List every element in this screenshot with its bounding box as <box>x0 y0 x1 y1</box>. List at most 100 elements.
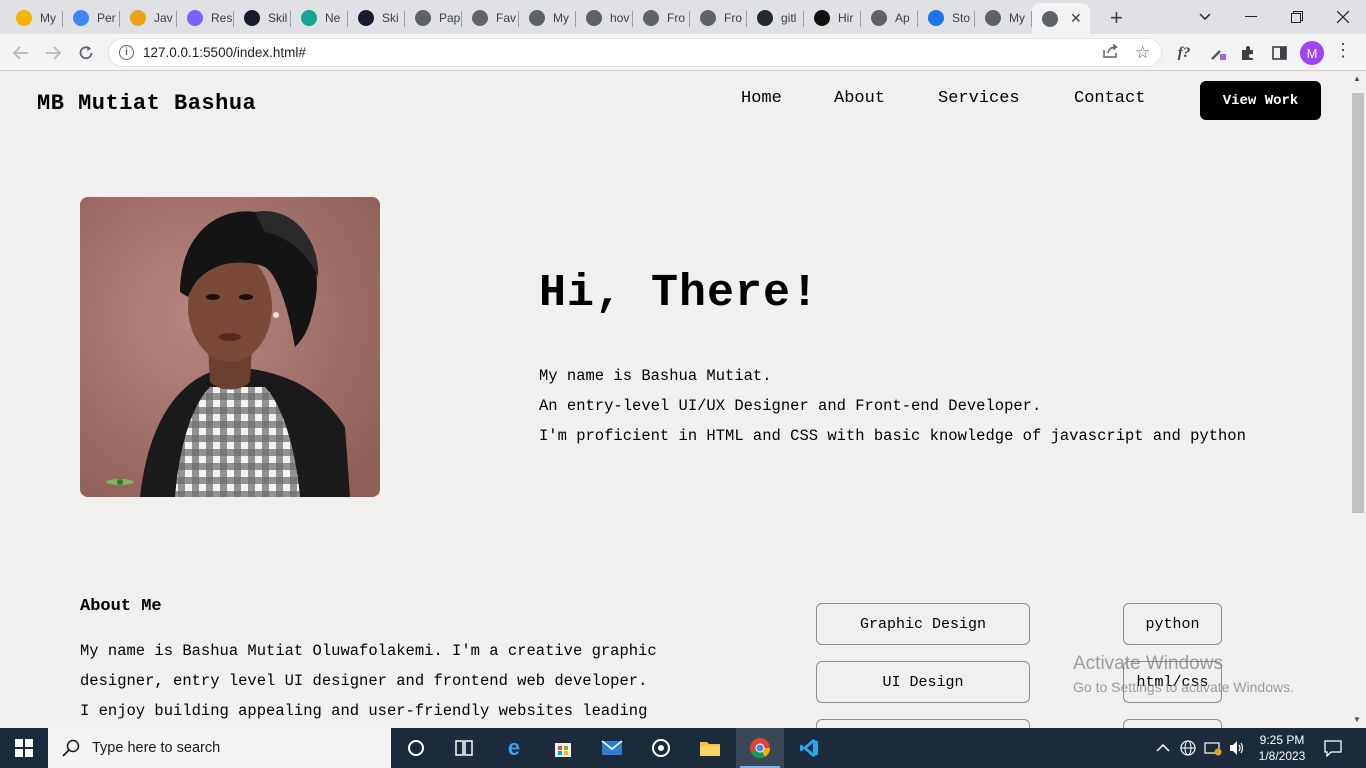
browser-tab[interactable]: My <box>519 4 576 32</box>
browser-tab[interactable]: Sto <box>918 4 975 32</box>
globe-icon <box>472 10 488 26</box>
close-tab-icon[interactable]: ✕ <box>1070 10 1082 27</box>
globe-icon <box>871 10 887 26</box>
view-work-button[interactable]: View Work <box>1200 81 1321 120</box>
back-button[interactable] <box>8 40 34 66</box>
nav-about[interactable]: About <box>834 89 885 108</box>
browser-tab-strip: My Per Jav Res Skil Ne Ski Pap Fav My hov Fro Fro git… <box>0 0 1366 34</box>
bookmark-star-icon[interactable]: ☆ <box>1135 43 1150 63</box>
scroll-down-arrow-icon[interactable]: ▼ <box>1353 715 1361 724</box>
browser-tab[interactable]: Hir <box>804 4 861 32</box>
browser-tab[interactable]: Per <box>63 4 120 32</box>
activate-windows-watermark: Activate Windows Go to Settings to activ… <box>1073 653 1294 695</box>
scroll-up-arrow-icon[interactable]: ▲ <box>1353 74 1361 83</box>
scrollbar-thumb[interactable] <box>1352 93 1364 513</box>
skill-box <box>816 719 1030 728</box>
browser-tab[interactable]: My <box>975 4 1032 32</box>
browser-tab[interactable]: gitl <box>747 4 804 32</box>
globe-icon <box>1042 10 1058 27</box>
tab-list: My Per Jav Res Skil Ne Ski Pap Fav My hov Fro Fro git… <box>6 3 1090 34</box>
tab-label: Fro <box>667 11 685 25</box>
browser-tab[interactable]: Jav <box>120 4 177 32</box>
google-drive-icon <box>16 10 32 26</box>
chrome-icon[interactable] <box>736 728 784 768</box>
volume-icon[interactable] <box>1228 728 1246 768</box>
notifications-icon[interactable] <box>1324 728 1342 768</box>
extensions-puzzle-icon[interactable] <box>1236 41 1260 65</box>
nav-contact[interactable]: Contact <box>1074 89 1145 108</box>
browser-tab[interactable]: hov <box>576 4 633 32</box>
chevron-down-icon <box>1199 13 1211 21</box>
watermark-subtitle: Go to Settings to activate Windows. <box>1073 679 1294 695</box>
fonts-extension-icon[interactable]: f? <box>1172 41 1196 65</box>
page-scrollbar[interactable]: ▲ ▼ <box>1350 71 1366 728</box>
hire-icon <box>814 10 830 26</box>
reload-button[interactable] <box>73 40 99 66</box>
language-globe-icon[interactable] <box>1180 728 1196 768</box>
vscode-icon[interactable] <box>785 728 833 768</box>
storage-icon <box>928 10 944 26</box>
microsoft-store-icon[interactable] <box>539 728 587 768</box>
nav-home[interactable]: Home <box>741 89 782 108</box>
tab-label: My <box>553 11 569 25</box>
share-icon[interactable] <box>1103 43 1119 62</box>
edge-browser-icon[interactable]: e <box>490 728 538 768</box>
web-page: MB Mutiat Bashua Home About Services Con… <box>0 71 1350 728</box>
tab-search-button[interactable] <box>1182 0 1228 34</box>
nav-services[interactable]: Services <box>938 89 1020 108</box>
browser-tab[interactable]: Fro <box>633 4 690 32</box>
restore-button[interactable] <box>1274 0 1320 34</box>
globe-icon <box>643 10 659 26</box>
profile-avatar[interactable]: M <box>1300 41 1324 65</box>
browser-tab[interactable]: Ap <box>861 4 918 32</box>
globe-icon <box>700 10 716 26</box>
arrow-right-icon <box>46 46 61 60</box>
mail-icon[interactable] <box>588 728 636 768</box>
browser-tab[interactable]: Fav <box>462 4 519 32</box>
tab-label: Fro <box>724 11 742 25</box>
hero-title: Hi, There! <box>539 268 820 319</box>
taskbar-search[interactable]: Type here to search <box>48 728 391 768</box>
forward-button[interactable] <box>40 40 66 66</box>
new-tab-button[interactable]: + <box>1110 5 1123 31</box>
task-view-icon[interactable] <box>440 728 488 768</box>
network-icon[interactable] <box>1204 728 1222 768</box>
address-bar[interactable]: i 127.0.0.1:5500/index.html# ☆ <box>108 38 1162 67</box>
show-hidden-icons-chevron-icon[interactable] <box>1156 728 1170 768</box>
cortana-icon[interactable] <box>392 728 440 768</box>
media-player-icon[interactable] <box>637 728 685 768</box>
side-panel-icon[interactable] <box>1267 41 1291 65</box>
profile-photo <box>80 197 380 497</box>
search-placeholder[interactable]: Type here to search <box>92 740 220 756</box>
file-explorer-icon[interactable] <box>686 728 734 768</box>
tab-label: Ap <box>895 11 910 25</box>
site-info-icon[interactable]: i <box>119 45 134 60</box>
reload-icon <box>79 46 93 60</box>
tab-label: Per <box>97 11 116 25</box>
tab-label: Fav <box>496 11 517 25</box>
browser-tab[interactable]: Skil <box>234 4 291 32</box>
browser-tab[interactable]: My <box>6 4 63 32</box>
browser-tab-active[interactable]: ✕ <box>1032 3 1090 34</box>
restore-icon <box>1291 11 1303 23</box>
system-clock[interactable]: 9:25 PM 1/8/2023 <box>1252 732 1312 764</box>
close-window-button[interactable] <box>1320 0 1366 34</box>
browser-tab[interactable]: Pap <box>405 4 462 32</box>
site-brand[interactable]: MB Mutiat Bashua <box>37 91 256 116</box>
start-button[interactable] <box>0 728 48 768</box>
browser-tab[interactable]: Fro <box>690 4 747 32</box>
browser-tab[interactable]: Ski <box>348 4 405 32</box>
windows-logo-icon <box>15 739 33 757</box>
github-icon <box>757 10 773 26</box>
browser-tab[interactable]: Ne <box>291 4 348 32</box>
clock-date: 1/8/2023 <box>1258 749 1306 763</box>
browser-tab[interactable]: Res <box>177 4 234 32</box>
hero-skills-line: I'm proficient in HTML and CSS with basi… <box>539 427 1246 445</box>
google-docs-icon <box>73 10 89 26</box>
color-picker-extension-icon[interactable] <box>1206 41 1230 65</box>
globe-icon <box>586 10 602 26</box>
minimize-icon <box>1245 16 1257 17</box>
url-text[interactable]: 127.0.0.1:5500/index.html# <box>143 45 306 60</box>
browser-menu-icon[interactable]: ⋮ <box>1334 40 1352 61</box>
minimize-button[interactable] <box>1228 0 1274 34</box>
